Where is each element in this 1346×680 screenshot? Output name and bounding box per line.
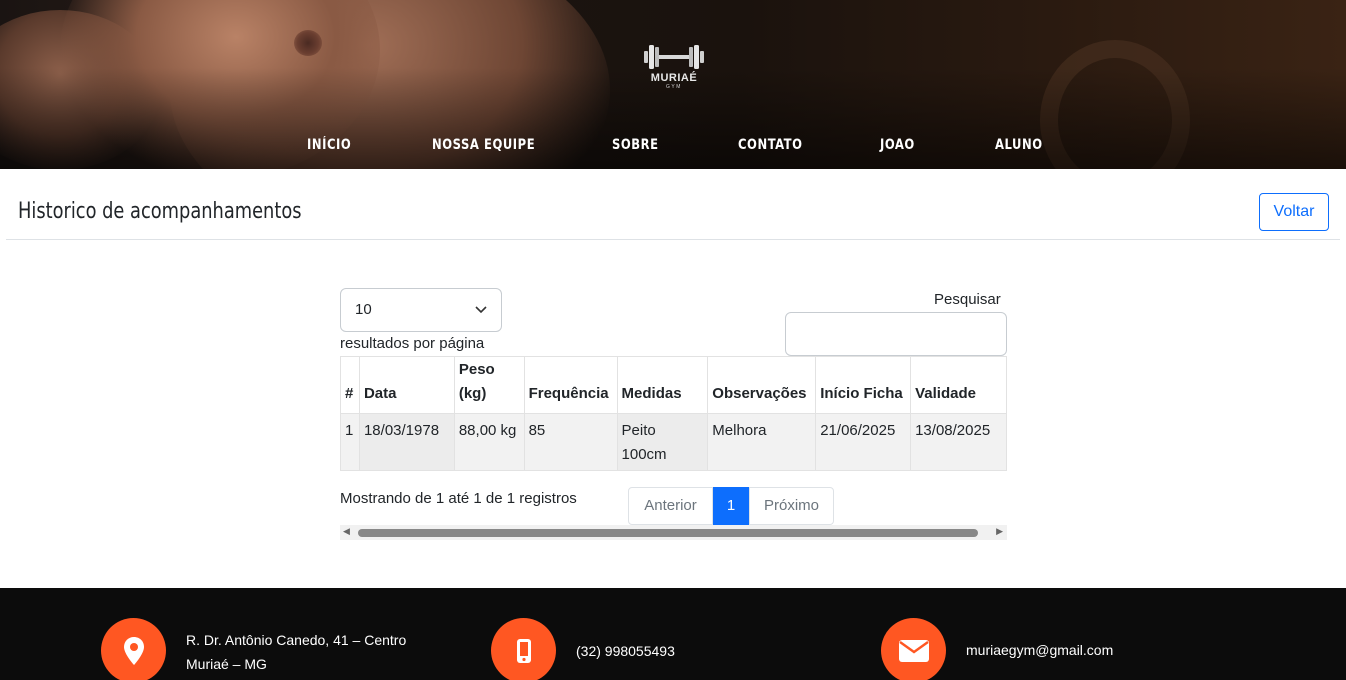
- nav-item-aluno[interactable]: ALUNO: [995, 137, 1043, 153]
- footer: R. Dr. Antônio Canedo, 41 – Centro Muria…: [0, 588, 1346, 680]
- nav-item-contato[interactable]: CONTATO: [738, 137, 803, 153]
- pagination-next[interactable]: Próximo: [749, 487, 834, 525]
- logo-sub-text: GYM: [666, 84, 682, 90]
- page-title: Historico de acompanhamentos: [18, 199, 302, 224]
- nav-item-joao[interactable]: JOAO: [880, 137, 915, 153]
- scroll-right-icon[interactable]: ▶: [996, 527, 1003, 537]
- pagination-previous[interactable]: Anterior: [628, 487, 713, 525]
- column-header-validade[interactable]: Validade: [910, 356, 1007, 414]
- column-header-data[interactable]: Data: [358, 356, 455, 414]
- page-header: Historico de acompanhamentos Voltar: [6, 169, 1340, 240]
- cell-number: 1: [340, 413, 360, 471]
- nav-item-nossa-equipe[interactable]: NOSSA EQUIPE: [432, 137, 535, 153]
- footer-address-line1: R. Dr. Antônio Canedo, 41 – Centro: [186, 632, 407, 648]
- cell-frequencia: 85: [523, 413, 618, 471]
- cell-inicio-ficha: 21/06/2025: [815, 413, 912, 471]
- back-button[interactable]: Voltar: [1259, 193, 1329, 231]
- cell-observacoes: Melhora: [707, 413, 817, 471]
- logo-brand-text: MURIAÉ: [650, 72, 698, 84]
- table-header-row: # Data Peso (kg) Frequência Medidas Obse…: [340, 356, 1007, 414]
- page-length-value: 10: [355, 301, 372, 318]
- column-header-peso[interactable]: Peso (kg): [453, 356, 525, 414]
- cell-peso: 88,00 kg: [453, 413, 525, 471]
- history-table: # Data Peso (kg) Frequência Medidas Obse…: [340, 356, 1007, 471]
- pagination: Anterior 1 Próximo: [628, 487, 834, 525]
- location-icon: [101, 618, 166, 680]
- search-label: Pesquisar: [934, 291, 1001, 308]
- column-header-medidas[interactable]: Medidas: [616, 356, 709, 414]
- page-length-label: resultados por página: [340, 335, 485, 352]
- column-header-frequencia[interactable]: Frequência: [523, 356, 618, 414]
- column-header-number[interactable]: #: [340, 356, 360, 414]
- cell-data: 18/03/1978: [358, 413, 455, 471]
- page-length-select[interactable]: 10: [340, 288, 502, 332]
- column-header-inicio-ficha[interactable]: Início Ficha: [815, 356, 912, 414]
- hero-banner: MURIAÉ GYM INÍCIO NOSSA EQUIPE SOBRE CON…: [0, 0, 1346, 169]
- gym-logo[interactable]: MURIAÉ GYM: [639, 42, 709, 98]
- scroll-left-icon[interactable]: ◀: [343, 527, 350, 537]
- dumbbell-icon: [644, 45, 704, 69]
- table-info: Mostrando de 1 até 1 de 1 registros: [340, 490, 577, 507]
- horizontal-scrollbar[interactable]: ◀ ▶: [340, 525, 1007, 540]
- cell-validade: 13/08/2025: [910, 413, 1007, 471]
- envelope-icon: [881, 618, 946, 680]
- footer-address-line2: Muriaé – MG: [186, 656, 267, 672]
- scrollbar-thumb[interactable]: [358, 529, 978, 537]
- column-header-observacoes[interactable]: Observações: [707, 356, 817, 414]
- main-nav: INÍCIO NOSSA EQUIPE SOBRE CONTATO JOAO A…: [0, 137, 1346, 157]
- pagination-page-1[interactable]: 1: [713, 487, 749, 525]
- mobile-phone-icon: [491, 618, 556, 680]
- nav-item-sobre[interactable]: SOBRE: [612, 137, 659, 153]
- cell-medidas: Peito 100cm: [616, 413, 709, 471]
- footer-phone: (32) 998055493: [576, 643, 675, 659]
- footer-email[interactable]: muriaegym@gmail.com: [966, 638, 1113, 662]
- table-row: 1 18/03/1978 88,00 kg 85 Peito 100cm Mel…: [340, 413, 1007, 471]
- search-input[interactable]: [785, 312, 1007, 356]
- nav-item-inicio[interactable]: INÍCIO: [307, 137, 351, 153]
